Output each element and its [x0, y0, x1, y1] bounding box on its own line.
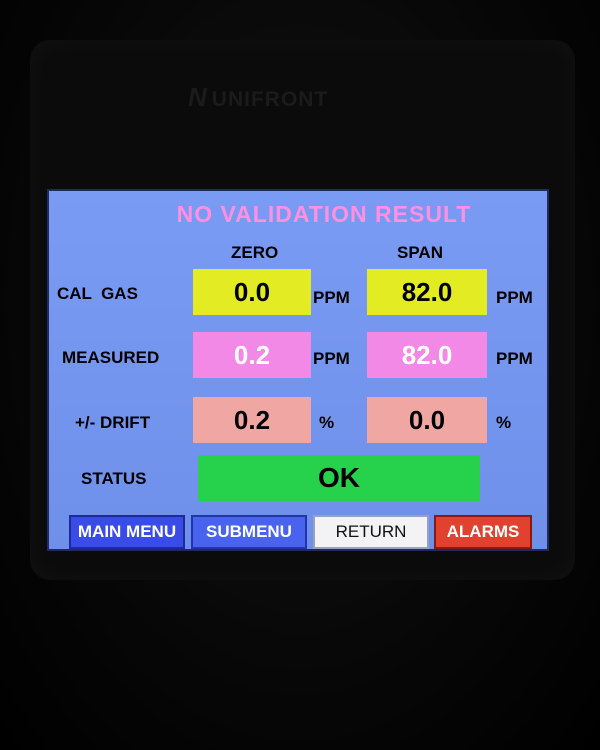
brand-logo: N UNIFRONT — [188, 82, 328, 113]
submenu-button[interactable]: SUBMENU — [191, 515, 307, 549]
brand-mark-icon: N — [188, 82, 208, 112]
drift-span-unit: % — [496, 413, 512, 432]
drift-zero-unit: % — [319, 413, 335, 432]
row-label-status: STATUS — [81, 469, 147, 488]
cal-gas-span-unit: PPM — [496, 288, 533, 307]
measured-span-unit: PPM — [496, 349, 533, 368]
measured-span-value: 82.0 — [367, 332, 487, 378]
row-label-measured: MEASURED — [62, 348, 160, 367]
status-badge: OK — [198, 455, 480, 501]
main-menu-button[interactable]: MAIN MENU — [69, 515, 185, 549]
alarms-button[interactable]: ALARMS — [434, 515, 532, 549]
column-header-zero: ZERO — [231, 243, 279, 262]
column-header-span: SPAN — [397, 243, 443, 262]
cal-gas-span-value: 82.0 — [367, 269, 487, 315]
return-button[interactable]: RETURN — [313, 515, 429, 549]
cal-gas-zero-unit: PPM — [313, 288, 350, 307]
drift-span-value: 0.0 — [367, 397, 487, 443]
row-label-cal-gas: CAL GAS — [57, 284, 138, 303]
cal-gas-zero-value: 0.0 — [193, 269, 311, 315]
brand-name: UNIFRONT — [211, 88, 329, 111]
row-label-drift: +/- DRIFT — [75, 413, 151, 432]
page-title: NO VALIDATION RESULT — [176, 201, 472, 227]
measured-zero-value: 0.2 — [193, 332, 311, 378]
measured-zero-unit: PPM — [313, 349, 350, 368]
drift-zero-value: 0.2 — [193, 397, 311, 443]
touch-screen: NO VALIDATION RESULT ZERO SPAN CAL GAS 0… — [47, 189, 549, 551]
